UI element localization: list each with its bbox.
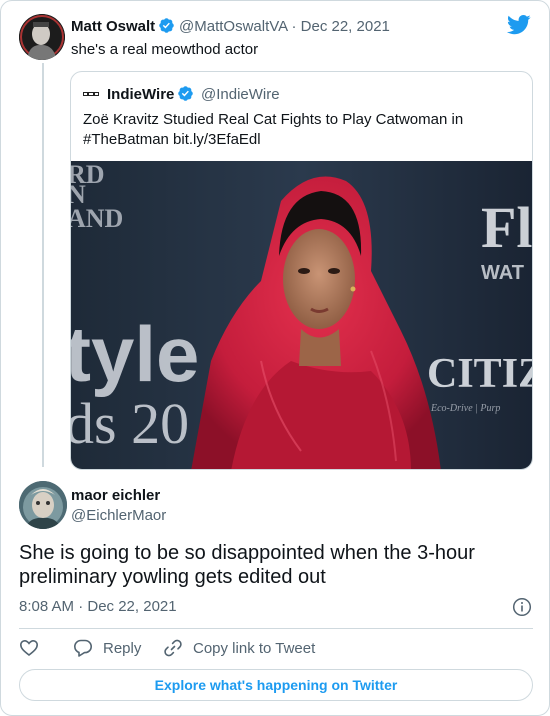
heart-icon bbox=[19, 639, 39, 657]
link-icon bbox=[164, 639, 182, 657]
reply-tweet-text: She is going to be so disappointed when … bbox=[19, 542, 475, 588]
explore-twitter-button[interactable]: Explore what's happening on Twitter bbox=[19, 669, 533, 701]
backdrop-text-right-sub: WAT bbox=[481, 262, 524, 284]
indiewire-logo-icon bbox=[83, 92, 99, 96]
reply-author-handle[interactable]: @EichlerMaor bbox=[71, 507, 166, 524]
parent-tweet-date[interactable]: Dec 22, 2021 bbox=[301, 18, 390, 35]
parent-author-handle[interactable]: @MattOswaltVA · Dec 22, 2021 bbox=[179, 18, 390, 35]
copy-link-button[interactable]: Copy link to Tweet bbox=[163, 637, 315, 659]
verified-icon bbox=[159, 18, 174, 33]
reply-label: Reply bbox=[103, 639, 142, 657]
quoted-tweet-text: Zoë Kravitz Studied Real Cat Fights to P… bbox=[83, 111, 464, 148]
quoted-author-handle: @IndieWire bbox=[201, 86, 280, 103]
twitter-bird-icon[interactable] bbox=[507, 15, 531, 35]
quoted-author-name: IndieWire bbox=[107, 85, 194, 103]
backdrop-text-citizen: CITIZ bbox=[427, 351, 533, 397]
quoted-tweet[interactable]: IndieWire @IndieWire Zoë Kravitz Studied… bbox=[70, 71, 533, 470]
tweet-embed-card: Matt Oswalt @MattOswaltVA · Dec 22, 2021… bbox=[0, 0, 550, 716]
backdrop-text-style: tyle bbox=[71, 310, 199, 398]
avatar[interactable] bbox=[19, 14, 65, 60]
backdrop-text-left-bottom: AND bbox=[71, 204, 123, 233]
backdrop-text-awards: ds 20 bbox=[71, 391, 189, 456]
tweet-timestamp[interactable]: 8:08 AM · Dec 22, 2021 bbox=[19, 598, 177, 615]
backdrop-text-small: Eco-Drive | Purp bbox=[430, 403, 500, 414]
reply-author-name[interactable]: maor eichler bbox=[71, 487, 160, 504]
info-icon[interactable] bbox=[512, 597, 532, 617]
like-button[interactable] bbox=[19, 637, 49, 659]
parent-author-name[interactable]: Matt Oswalt bbox=[71, 17, 175, 35]
thread-connector-line bbox=[42, 63, 44, 467]
backdrop-text-right-top: Fl bbox=[481, 195, 533, 260]
quoted-tweet-photo[interactable]: RD N AND tyle ds 20 Fl WAT CITIZ Eco-Dri… bbox=[71, 161, 533, 470]
verified-icon bbox=[178, 86, 194, 101]
copy-link-label: Copy link to Tweet bbox=[193, 639, 316, 657]
reply-icon bbox=[74, 639, 92, 657]
parent-tweet-text: she's a real meowthod actor bbox=[71, 41, 259, 58]
avatar[interactable] bbox=[19, 481, 67, 529]
divider bbox=[19, 628, 533, 629]
reply-button[interactable]: Reply bbox=[73, 637, 141, 659]
